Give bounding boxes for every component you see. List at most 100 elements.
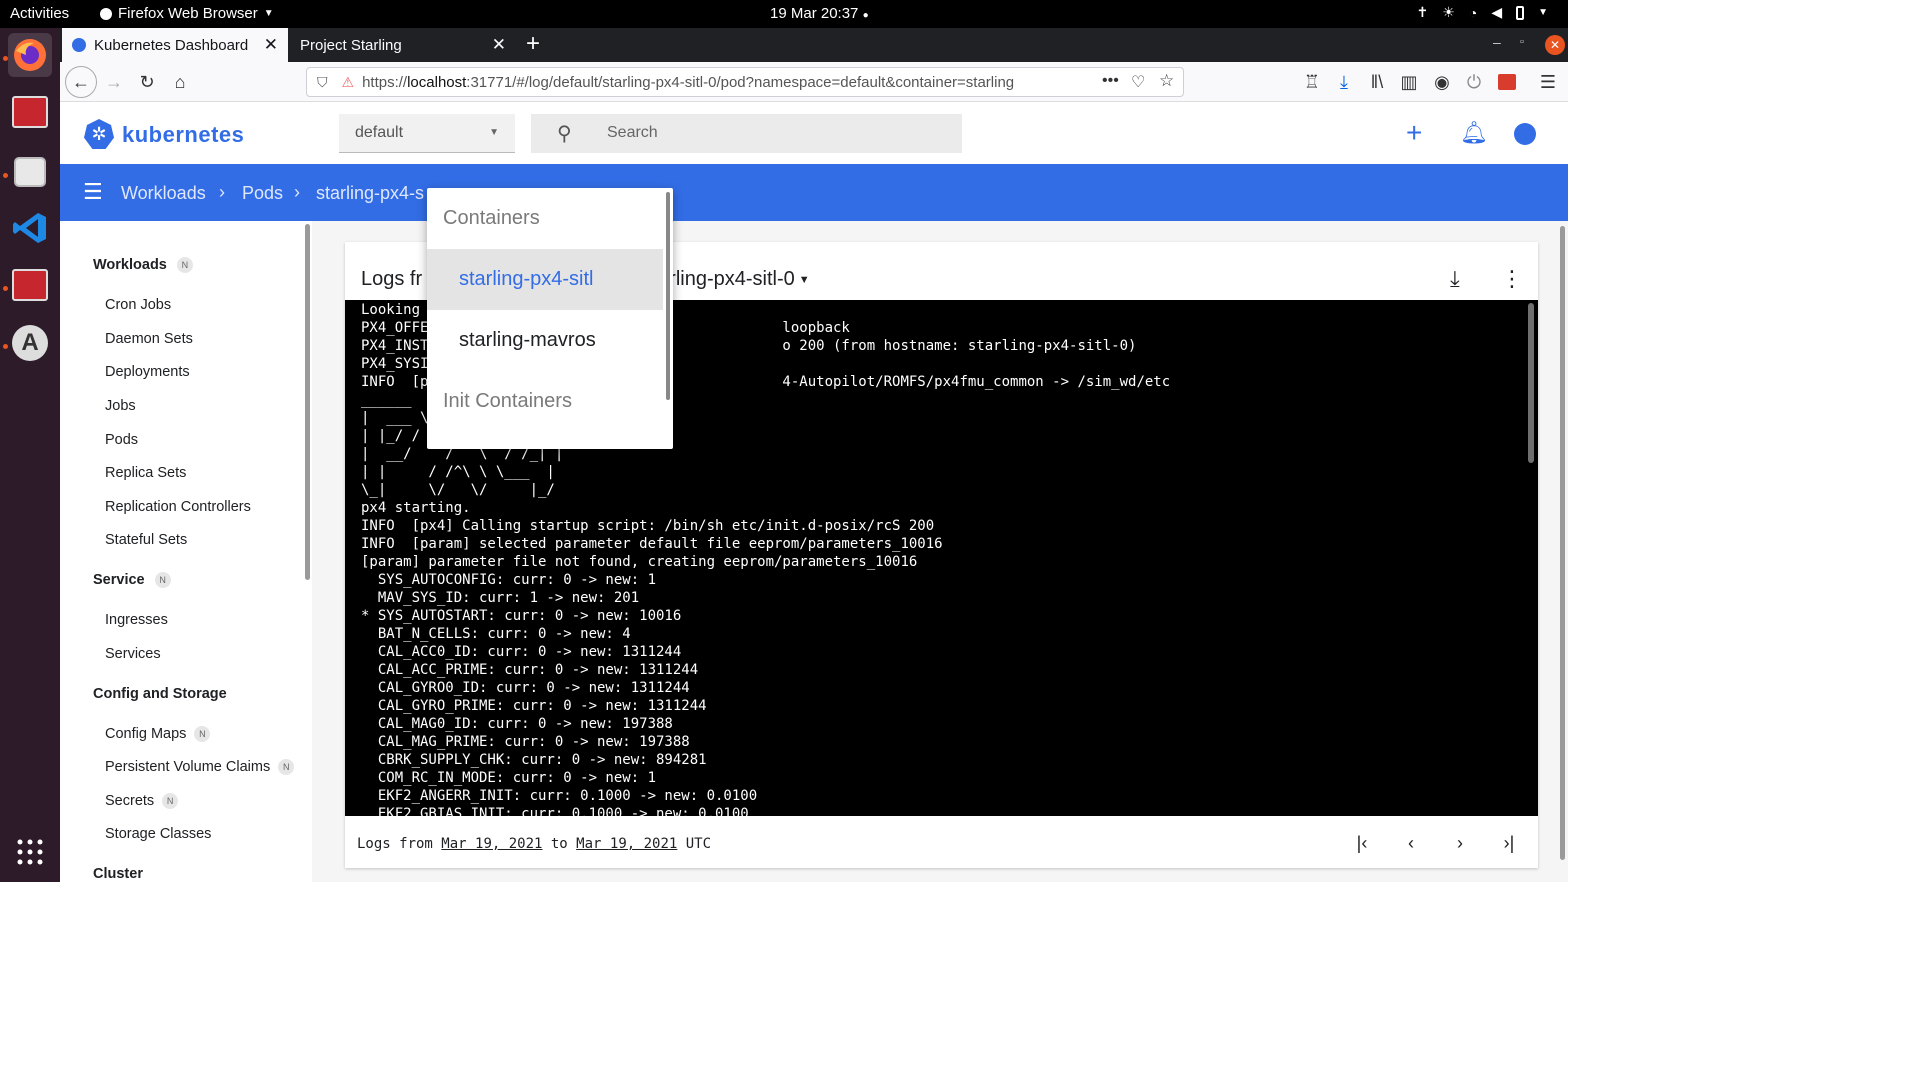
- next-page-icon[interactable]: ›: [1448, 833, 1472, 853]
- sidebar-scrollbar[interactable]: [305, 224, 310, 580]
- sidebar-item-storage-classes[interactable]: Storage Classes: [105, 826, 211, 842]
- sidebar-item-stateful-sets[interactable]: Stateful Sets: [105, 532, 187, 548]
- item-label: Cron Jobs: [105, 297, 172, 313]
- account-icon[interactable]: ◉: [1430, 70, 1454, 94]
- terminal-app-icon[interactable]: [8, 90, 52, 134]
- close-window-icon[interactable]: ✕: [1545, 35, 1565, 55]
- url-scheme: https://: [362, 73, 408, 91]
- first-page-icon[interactable]: |‹: [1350, 833, 1374, 853]
- log-scrollbar[interactable]: [1528, 303, 1534, 463]
- system-tray[interactable]: ✝ ☀ ◔ ◀ ▼: [1417, 4, 1548, 21]
- sidebar-item-config-maps[interactable]: Config Maps N: [105, 726, 211, 742]
- sidebar-item-deployments[interactable]: Deployments: [105, 364, 190, 380]
- sidebar-item-jobs[interactable]: Jobs: [105, 398, 136, 414]
- downloads-icon[interactable]: ⤓: [1332, 70, 1356, 94]
- sidebar-item-pods[interactable]: Pods: [105, 432, 138, 448]
- item-label: Deployments: [105, 364, 190, 380]
- show-applications-icon[interactable]: [8, 830, 52, 874]
- sidebar-section-config-storage[interactable]: Config and Storage: [93, 686, 227, 702]
- menu-scrollbar[interactable]: [666, 192, 670, 400]
- user-account-icon[interactable]: [1514, 123, 1536, 145]
- breadcrumb-pods[interactable]: Pods: [242, 183, 283, 204]
- tab-kubernetes-dashboard[interactable]: Kubernetes Dashboard ✕: [62, 28, 288, 62]
- wifi-icon[interactable]: ◔: [1469, 5, 1477, 21]
- notifications-bell-icon[interactable]: 🔔︎: [1460, 120, 1488, 146]
- app-menu[interactable]: Firefox Web Browser ▼: [100, 5, 274, 22]
- sidebar-item-replica-sets[interactable]: Replica Sets: [105, 465, 186, 481]
- sidebar-item-daemon-sets[interactable]: Daemon Sets: [105, 331, 193, 347]
- minimize-icon[interactable]: –: [1493, 34, 1501, 50]
- reload-icon[interactable]: ↻: [135, 70, 159, 94]
- kubernetes-logo-icon[interactable]: ✲: [84, 119, 114, 149]
- new-tab-icon[interactable]: +: [526, 30, 540, 58]
- more-vertical-icon[interactable]: ⋮: [1501, 266, 1523, 292]
- shield-icon[interactable]: ⛉: [317, 74, 328, 91]
- namespaced-badge: N: [176, 257, 193, 273]
- search-input[interactable]: ⚲ Search: [531, 114, 962, 153]
- hamburger-menu-icon[interactable]: ☰: [83, 179, 103, 205]
- firefox-small-icon: [100, 7, 112, 20]
- running-indicator: [3, 286, 8, 291]
- namespace-select[interactable]: default ▼: [339, 114, 515, 153]
- forward-icon[interactable]: →: [102, 70, 126, 94]
- previous-page-icon[interactable]: ‹: [1399, 833, 1423, 853]
- accessibility-icon[interactable]: ✝: [1417, 4, 1429, 21]
- kubernetes-logo-text[interactable]: kubernetes: [122, 122, 244, 148]
- url-bar[interactable]: ⛉ ⚠ https://localhost:31771/#/log/defaul…: [306, 67, 1184, 97]
- last-page-icon[interactable]: ›|: [1497, 833, 1521, 853]
- page-scrollbar[interactable]: [1560, 226, 1565, 860]
- item-label: Stateful Sets: [105, 532, 188, 548]
- search-icon: ⚲: [557, 123, 572, 145]
- terminal-app-icon[interactable]: [8, 263, 52, 307]
- namespace-value: default: [355, 124, 404, 141]
- sidebar-item-replication-controllers[interactable]: Replication Controllers: [105, 499, 251, 515]
- menu-item-starling-px4-sitl[interactable]: starling-px4-sitl: [427, 249, 663, 310]
- insecure-lock-icon[interactable]: ⚠: [342, 74, 355, 91]
- pod-selector[interactable]: rling-px4-sitl-0: [669, 268, 795, 290]
- chevron-down-icon[interactable]: ▼: [1538, 7, 1548, 18]
- sidebar-item-cron-jobs[interactable]: Cron Jobs: [105, 297, 171, 313]
- files-icon[interactable]: [8, 150, 52, 194]
- menu-item-starling-mavros[interactable]: starling-mavros: [427, 310, 663, 371]
- from-date-link[interactable]: Mar 19, 2021: [441, 836, 542, 852]
- battery-icon[interactable]: [1516, 5, 1525, 20]
- maximize-icon[interactable]: ▫: [1520, 36, 1524, 48]
- caret-down-icon[interactable]: ▼: [799, 274, 810, 286]
- pocket-icon[interactable]: ♡: [1131, 72, 1145, 92]
- sidebar-icon[interactable]: ▥: [1397, 70, 1421, 94]
- brightness-icon[interactable]: ☀: [1442, 4, 1455, 21]
- section-label: Config and Storage: [93, 686, 227, 702]
- tab-project-starling[interactable]: Project Starling ✕: [290, 28, 516, 62]
- create-plus-icon[interactable]: +: [1406, 117, 1422, 149]
- addon-icon[interactable]: [1495, 70, 1519, 94]
- footer-text: to: [542, 836, 577, 852]
- menu-icon[interactable]: ☰: [1536, 70, 1560, 94]
- sidebar-item-secrets[interactable]: Secrets N: [105, 793, 179, 809]
- download-logs-icon[interactable]: ⤓: [1450, 266, 1460, 292]
- firefox-icon[interactable]: [8, 33, 52, 77]
- activities-button[interactable]: Activities: [10, 5, 69, 22]
- sidebar-section-service[interactable]: Service N: [93, 572, 171, 588]
- page-actions-icon[interactable]: •••: [1102, 72, 1119, 90]
- volume-icon[interactable]: ◀: [1491, 4, 1502, 21]
- close-tab-icon[interactable]: ✕: [492, 35, 506, 55]
- breadcrumb-pod-name[interactable]: starling-px4-s: [316, 183, 424, 204]
- back-icon[interactable]: ←: [65, 66, 97, 98]
- to-date-link[interactable]: Mar 19, 2021: [576, 836, 677, 852]
- software-updater-icon[interactable]: A: [8, 321, 52, 365]
- sidebar-item-services[interactable]: Services: [105, 646, 161, 662]
- vscode-icon[interactable]: [8, 206, 52, 250]
- clock[interactable]: 19 Mar 20:37 ●: [770, 5, 869, 22]
- library-icon[interactable]: ‖\: [1365, 70, 1389, 94]
- breadcrumb-workloads[interactable]: Workloads: [121, 183, 206, 204]
- sidebar-item-ingresses[interactable]: Ingresses: [105, 612, 168, 628]
- bookmark-star-icon[interactable]: ☆: [1159, 71, 1174, 91]
- sidebar-section-workloads[interactable]: Workloads N: [93, 257, 193, 273]
- sidebar-section-cluster[interactable]: Cluster: [93, 866, 143, 882]
- sidebar-item-persistent-volume-claims[interactable]: Persistent Volume Claims N: [105, 759, 295, 775]
- extension-icon[interactable]: ♖: [1300, 70, 1324, 94]
- running-indicator: [3, 344, 8, 349]
- power-icon[interactable]: ⏻: [1462, 70, 1486, 94]
- close-tab-icon[interactable]: ✕: [264, 35, 278, 55]
- home-icon[interactable]: ⌂: [168, 70, 192, 94]
